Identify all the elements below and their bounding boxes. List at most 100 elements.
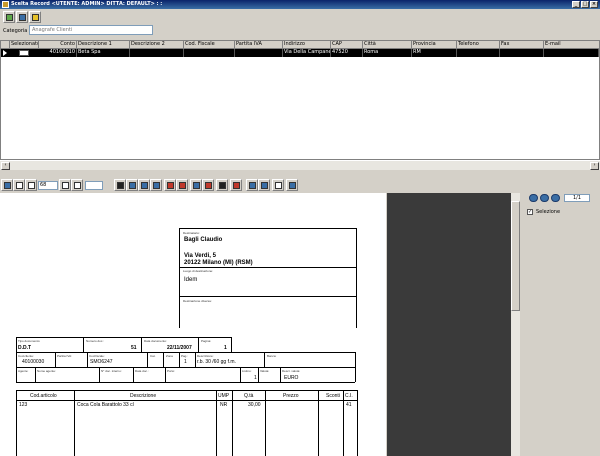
export-icon <box>32 14 39 21</box>
rule <box>265 390 266 456</box>
pagina-value: 1 <box>224 345 227 351</box>
undo-icon <box>193 182 200 189</box>
rule <box>55 352 56 367</box>
printer-icon <box>219 182 226 189</box>
luogo-value: Idem <box>184 277 198 283</box>
column-header[interactable]: CAP <box>331 41 363 49</box>
export-button[interactable] <box>29 11 41 23</box>
valuta-label: Valuta: <box>260 369 270 373</box>
col-header-ci: C.I. <box>345 393 353 399</box>
prev-record-icon[interactable] <box>529 194 538 202</box>
minimize-button[interactable]: _ <box>572 1 580 8</box>
rule <box>141 337 142 352</box>
grid-horizontal-scrollbar[interactable]: ‹ › <box>0 160 600 170</box>
column-header[interactable]: Descrizione 2 <box>130 41 184 49</box>
cell-provincia[interactable]: RM <box>412 49 457 57</box>
grid-view-button[interactable] <box>150 179 162 191</box>
column-header[interactable]: Descrizione 1 <box>77 41 130 49</box>
next-page-button[interactable] <box>59 179 71 191</box>
row-select-checkbox[interactable] <box>19 50 29 56</box>
col-header-ump: UMP <box>218 393 230 399</box>
cell-cap[interactable]: 47520 <box>331 49 363 57</box>
preview-vertical-scrollbar[interactable] <box>511 193 520 456</box>
cod-fiscale-value: SMO6247 <box>90 359 113 365</box>
print-button[interactable] <box>216 179 228 191</box>
rule <box>258 367 259 382</box>
grid-view-icon <box>153 182 160 189</box>
rule <box>232 390 233 456</box>
selection-label: Selezione <box>536 209 561 215</box>
records-grid: Selezionato Conto Descrizione 1 Descrizi… <box>0 40 600 160</box>
export-pdf-button[interactable] <box>230 179 242 191</box>
report-preview-page: Destinatario: Bagli Claudio Via Verdi, 5… <box>0 193 386 456</box>
cell-telefono[interactable] <box>457 49 500 57</box>
col-header-descrizione: Descrizione <box>130 393 157 399</box>
preview-background <box>387 193 511 456</box>
rule <box>133 367 134 382</box>
category-field[interactable]: Anagrafe Clienti <box>29 25 153 35</box>
column-header[interactable]: Cod. Fiscale <box>184 41 235 49</box>
last-page-button[interactable] <box>71 179 83 191</box>
redo-button[interactable] <box>202 179 214 191</box>
maximize-button[interactable]: □ <box>581 1 589 8</box>
next-record-icon[interactable] <box>540 194 549 202</box>
page-number-field[interactable] <box>85 181 103 190</box>
column-header[interactable]: Telefono <box>457 41 500 49</box>
column-header[interactable]: Partita IVA <box>235 41 283 49</box>
cell-citta[interactable]: Roma <box>363 49 412 57</box>
selection-checkbox[interactable]: ✓ <box>527 209 533 215</box>
properties-button[interactable] <box>272 179 284 191</box>
rule <box>16 382 355 383</box>
rule <box>179 296 356 297</box>
last-record-icon[interactable] <box>551 194 560 202</box>
zoom-field[interactable]: 68 <box>38 181 58 190</box>
cell-email[interactable] <box>544 49 599 57</box>
cell-indirizzo[interactable]: Via Della Campanella <box>283 49 331 57</box>
save-preview-button[interactable] <box>1 179 13 191</box>
column-header[interactable]: Selezionato <box>10 41 39 49</box>
column-header[interactable]: Città <box>363 41 412 49</box>
new-record-button[interactable] <box>3 11 15 23</box>
close-preview-button[interactable] <box>286 179 298 191</box>
scroll-right-icon[interactable]: › <box>590 162 599 170</box>
tipo-doc-label: Tipo documento: <box>18 339 41 343</box>
column-header[interactable]: Indirizzo <box>283 41 331 49</box>
next-page-icon <box>62 182 69 189</box>
undo-button[interactable] <box>190 179 202 191</box>
data-doc-label: Data documento: <box>144 339 167 343</box>
column-header[interactable]: Conto <box>39 41 77 49</box>
rule <box>74 390 75 456</box>
zoom-out-button[interactable] <box>176 179 188 191</box>
page-view-button[interactable] <box>126 179 138 191</box>
close-preview-icon <box>289 182 296 189</box>
export-file-button[interactable] <box>258 179 270 191</box>
rule <box>16 390 357 391</box>
scroll-left-icon[interactable]: ‹ <box>1 162 10 170</box>
item-qta: 30,00 <box>248 402 261 408</box>
close-button[interactable]: × <box>590 1 598 8</box>
rule <box>163 352 164 367</box>
pag-description-value: r.b. 30 /60 gg f.m. <box>197 359 236 365</box>
cell-fax[interactable] <box>500 49 544 57</box>
two-pages-button[interactable] <box>138 179 150 191</box>
rule <box>87 352 88 367</box>
rule <box>147 352 148 367</box>
column-header[interactable]: Provincia <box>412 41 457 49</box>
first-page-button[interactable] <box>13 179 25 191</box>
cell-descrizione1[interactable]: Beta Spa <box>77 49 130 57</box>
cell-conto[interactable]: 40100010 <box>39 49 77 57</box>
scroll-thumb[interactable] <box>511 201 520 311</box>
zoom-in-button[interactable] <box>164 179 176 191</box>
cell-descrizione2[interactable] <box>130 49 184 57</box>
cell-cod-fiscale[interactable] <box>184 49 235 57</box>
cat-label: Cat. <box>150 354 156 358</box>
prev-page-button[interactable] <box>25 179 37 191</box>
save-record-button[interactable] <box>16 11 28 23</box>
column-header[interactable]: E-mail <box>544 41 600 49</box>
send-mail-button[interactable] <box>246 179 258 191</box>
cod-cliente-value: 40100030 <box>22 359 45 365</box>
column-header[interactable]: Fax <box>500 41 544 49</box>
cell-partita-iva[interactable] <box>235 49 283 57</box>
rule <box>355 367 356 382</box>
bookmark-button[interactable] <box>114 179 126 191</box>
